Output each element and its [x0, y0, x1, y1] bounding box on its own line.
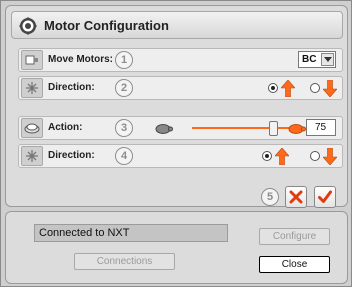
arrow-up-icon[interactable] [275, 148, 289, 165]
step-2-badge: 2 [115, 79, 133, 97]
direction-row-1: Direction: 2 [18, 76, 343, 100]
direction-label-2: Direction: [48, 150, 95, 161]
step-4-badge: 4 [115, 147, 133, 165]
step-3-badge: 3 [115, 119, 133, 137]
motor-port-select[interactable]: BC [298, 51, 336, 68]
step-5-badge: 5 [261, 188, 279, 206]
direction-2-backward-radio[interactable] [310, 151, 320, 161]
direction-icon [21, 78, 43, 98]
configure-button[interactable]: Configure [259, 228, 330, 245]
cancel-button[interactable] [285, 186, 307, 208]
motor-port-value: BC [302, 54, 317, 65]
move-motors-label: Move Motors: [48, 54, 113, 65]
motor-icon [21, 50, 43, 70]
direction-row-2: Direction: 4 [18, 144, 343, 168]
motor-configuration-window: Motor Configuration Move Motors: 1 BC Di… [0, 0, 352, 287]
slow-turtle-icon [155, 124, 173, 134]
power-slider-track[interactable] [192, 127, 300, 129]
move-motors-row: Move Motors: 1 BC [18, 48, 343, 72]
direction-label-1: Direction: [48, 82, 95, 93]
arrow-down-icon[interactable] [323, 80, 337, 97]
direction-2-forward-radio[interactable] [262, 151, 272, 161]
x-icon [289, 190, 303, 204]
gear-icon [19, 17, 37, 35]
arrow-down-icon[interactable] [323, 148, 337, 165]
power-value-input[interactable]: 75 [306, 119, 336, 136]
direction-1-backward-radio[interactable] [310, 83, 320, 93]
chevron-down-icon[interactable] [321, 53, 334, 66]
status-panel: Connected to NXT Connections Configure C… [5, 211, 348, 284]
action-icon [21, 118, 43, 138]
power-slider-knob[interactable] [269, 121, 278, 136]
check-icon [318, 190, 332, 203]
direction-icon [21, 146, 43, 166]
connection-status: Connected to NXT [34, 224, 228, 242]
close-button[interactable]: Close [259, 256, 330, 273]
configuration-panel: Motor Configuration Move Motors: 1 BC Di… [5, 5, 348, 208]
window-title: Motor Configuration [44, 18, 169, 33]
ok-button[interactable] [314, 186, 336, 208]
action-row: Action: 3 75 [18, 116, 343, 140]
step-1-badge: 1 [115, 51, 133, 69]
direction-1-forward-radio[interactable] [268, 83, 278, 93]
title-bar: Motor Configuration [11, 11, 343, 39]
fast-rabbit-icon [288, 124, 306, 134]
connections-button[interactable]: Connections [74, 253, 175, 270]
action-label: Action: [48, 122, 83, 133]
arrow-up-icon[interactable] [281, 80, 295, 97]
